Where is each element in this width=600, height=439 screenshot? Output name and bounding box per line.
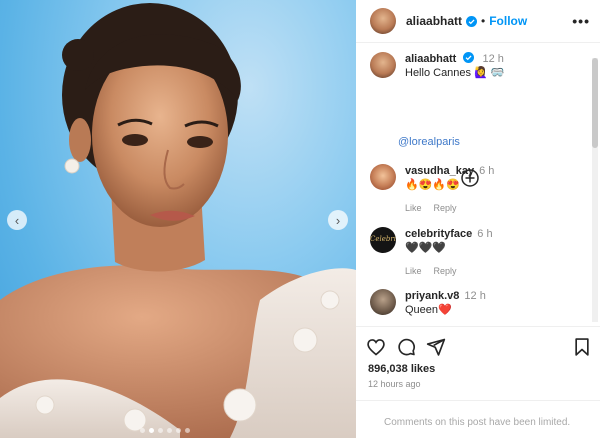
post-side-panel: aliaabhatt • Follow ••• aliaabhatt 12 h …: [356, 0, 600, 438]
slide-dot: [140, 428, 145, 433]
comment-text: Queen❤️: [405, 304, 452, 316]
separator-dot: •: [481, 14, 486, 28]
comment-text: 🖤🖤🖤: [405, 242, 447, 254]
comment-item: priyank.v8 12 h Queen❤️: [370, 289, 486, 317]
verified-icon: [466, 15, 478, 27]
previous-slide-button[interactable]: ‹: [7, 210, 27, 230]
comments-list[interactable]: aliaabhatt 12 h Hello Cannes 🙋‍♀️ 🥽 @lor…: [356, 43, 586, 325]
reply-button[interactable]: Reply: [434, 266, 457, 276]
comment-username[interactable]: celebrityface: [405, 228, 472, 240]
reply-button[interactable]: Reply: [434, 203, 457, 213]
comment-item: vasudha_kay 6 h 🔥😍🔥😍 Like Reply: [370, 164, 494, 215]
slide-indicator: [140, 428, 190, 433]
slide-dot: [167, 428, 172, 433]
post-photo[interactable]: ‹ ›: [0, 0, 356, 438]
share-icon[interactable]: [426, 337, 446, 357]
caption-text: Hello Cannes 🙋‍♀️ 🥽: [405, 67, 505, 79]
slide-dot: [176, 428, 181, 433]
like-comment-button[interactable]: Like: [405, 203, 422, 213]
avatar[interactable]: [370, 52, 396, 78]
post-timestamp: 12 hours ago: [368, 379, 421, 389]
slide-dot: [185, 428, 190, 433]
like-comment-button[interactable]: Like: [405, 266, 422, 276]
comments-limited-text: Comments on this post have been limited.: [384, 417, 571, 428]
scrollbar-thumb[interactable]: [592, 58, 598, 148]
caption: aliaabhatt 12 h Hello Cannes 🙋‍♀️ 🥽: [370, 52, 505, 80]
comment-item: Celebrity celebrityface 6 h 🖤🖤🖤 Like Reply: [370, 227, 493, 278]
avatar[interactable]: [370, 164, 396, 190]
bookmark-icon[interactable]: [572, 337, 592, 357]
comment-username[interactable]: vasudha_kay: [405, 165, 474, 177]
comment-time: 6 h: [477, 228, 493, 240]
comment-username[interactable]: priyank.v8: [405, 290, 459, 302]
caption-time: 12 h: [482, 53, 504, 65]
post-header: aliaabhatt • Follow •••: [356, 0, 600, 43]
more-options-icon[interactable]: •••: [572, 13, 590, 29]
chevron-left-icon: ‹: [14, 212, 20, 228]
slide-dot: [158, 428, 163, 433]
post-username[interactable]: aliaabhatt: [406, 14, 462, 28]
caption-username[interactable]: aliaabhatt: [405, 53, 456, 65]
avatar-logo-text: Celebrity: [370, 235, 396, 243]
comment-time: 6 h: [479, 165, 495, 177]
chevron-right-icon: ›: [335, 212, 341, 228]
slide-dot: [149, 428, 154, 433]
avatar[interactable]: [370, 289, 396, 315]
portrait-illustration: [0, 3, 356, 438]
comments-limited-notice: Comments on this post have been limited.: [356, 400, 600, 439]
verified-icon: [463, 52, 475, 63]
comment-time: 12 h: [464, 290, 486, 302]
heart-icon[interactable]: [366, 337, 386, 357]
comment-text: 🔥😍🔥😍: [405, 179, 460, 191]
avatar[interactable]: Celebrity: [370, 227, 396, 253]
next-slide-button[interactable]: ›: [328, 210, 348, 230]
like-count[interactable]: 896,038 likes: [368, 363, 435, 375]
mention-link[interactable]: @lorealparis: [398, 136, 460, 148]
comment-icon[interactable]: [396, 337, 416, 357]
follow-button[interactable]: Follow: [489, 14, 527, 28]
avatar[interactable]: [370, 8, 396, 34]
post-actions: 896,038 likes 12 hours ago: [356, 326, 600, 397]
